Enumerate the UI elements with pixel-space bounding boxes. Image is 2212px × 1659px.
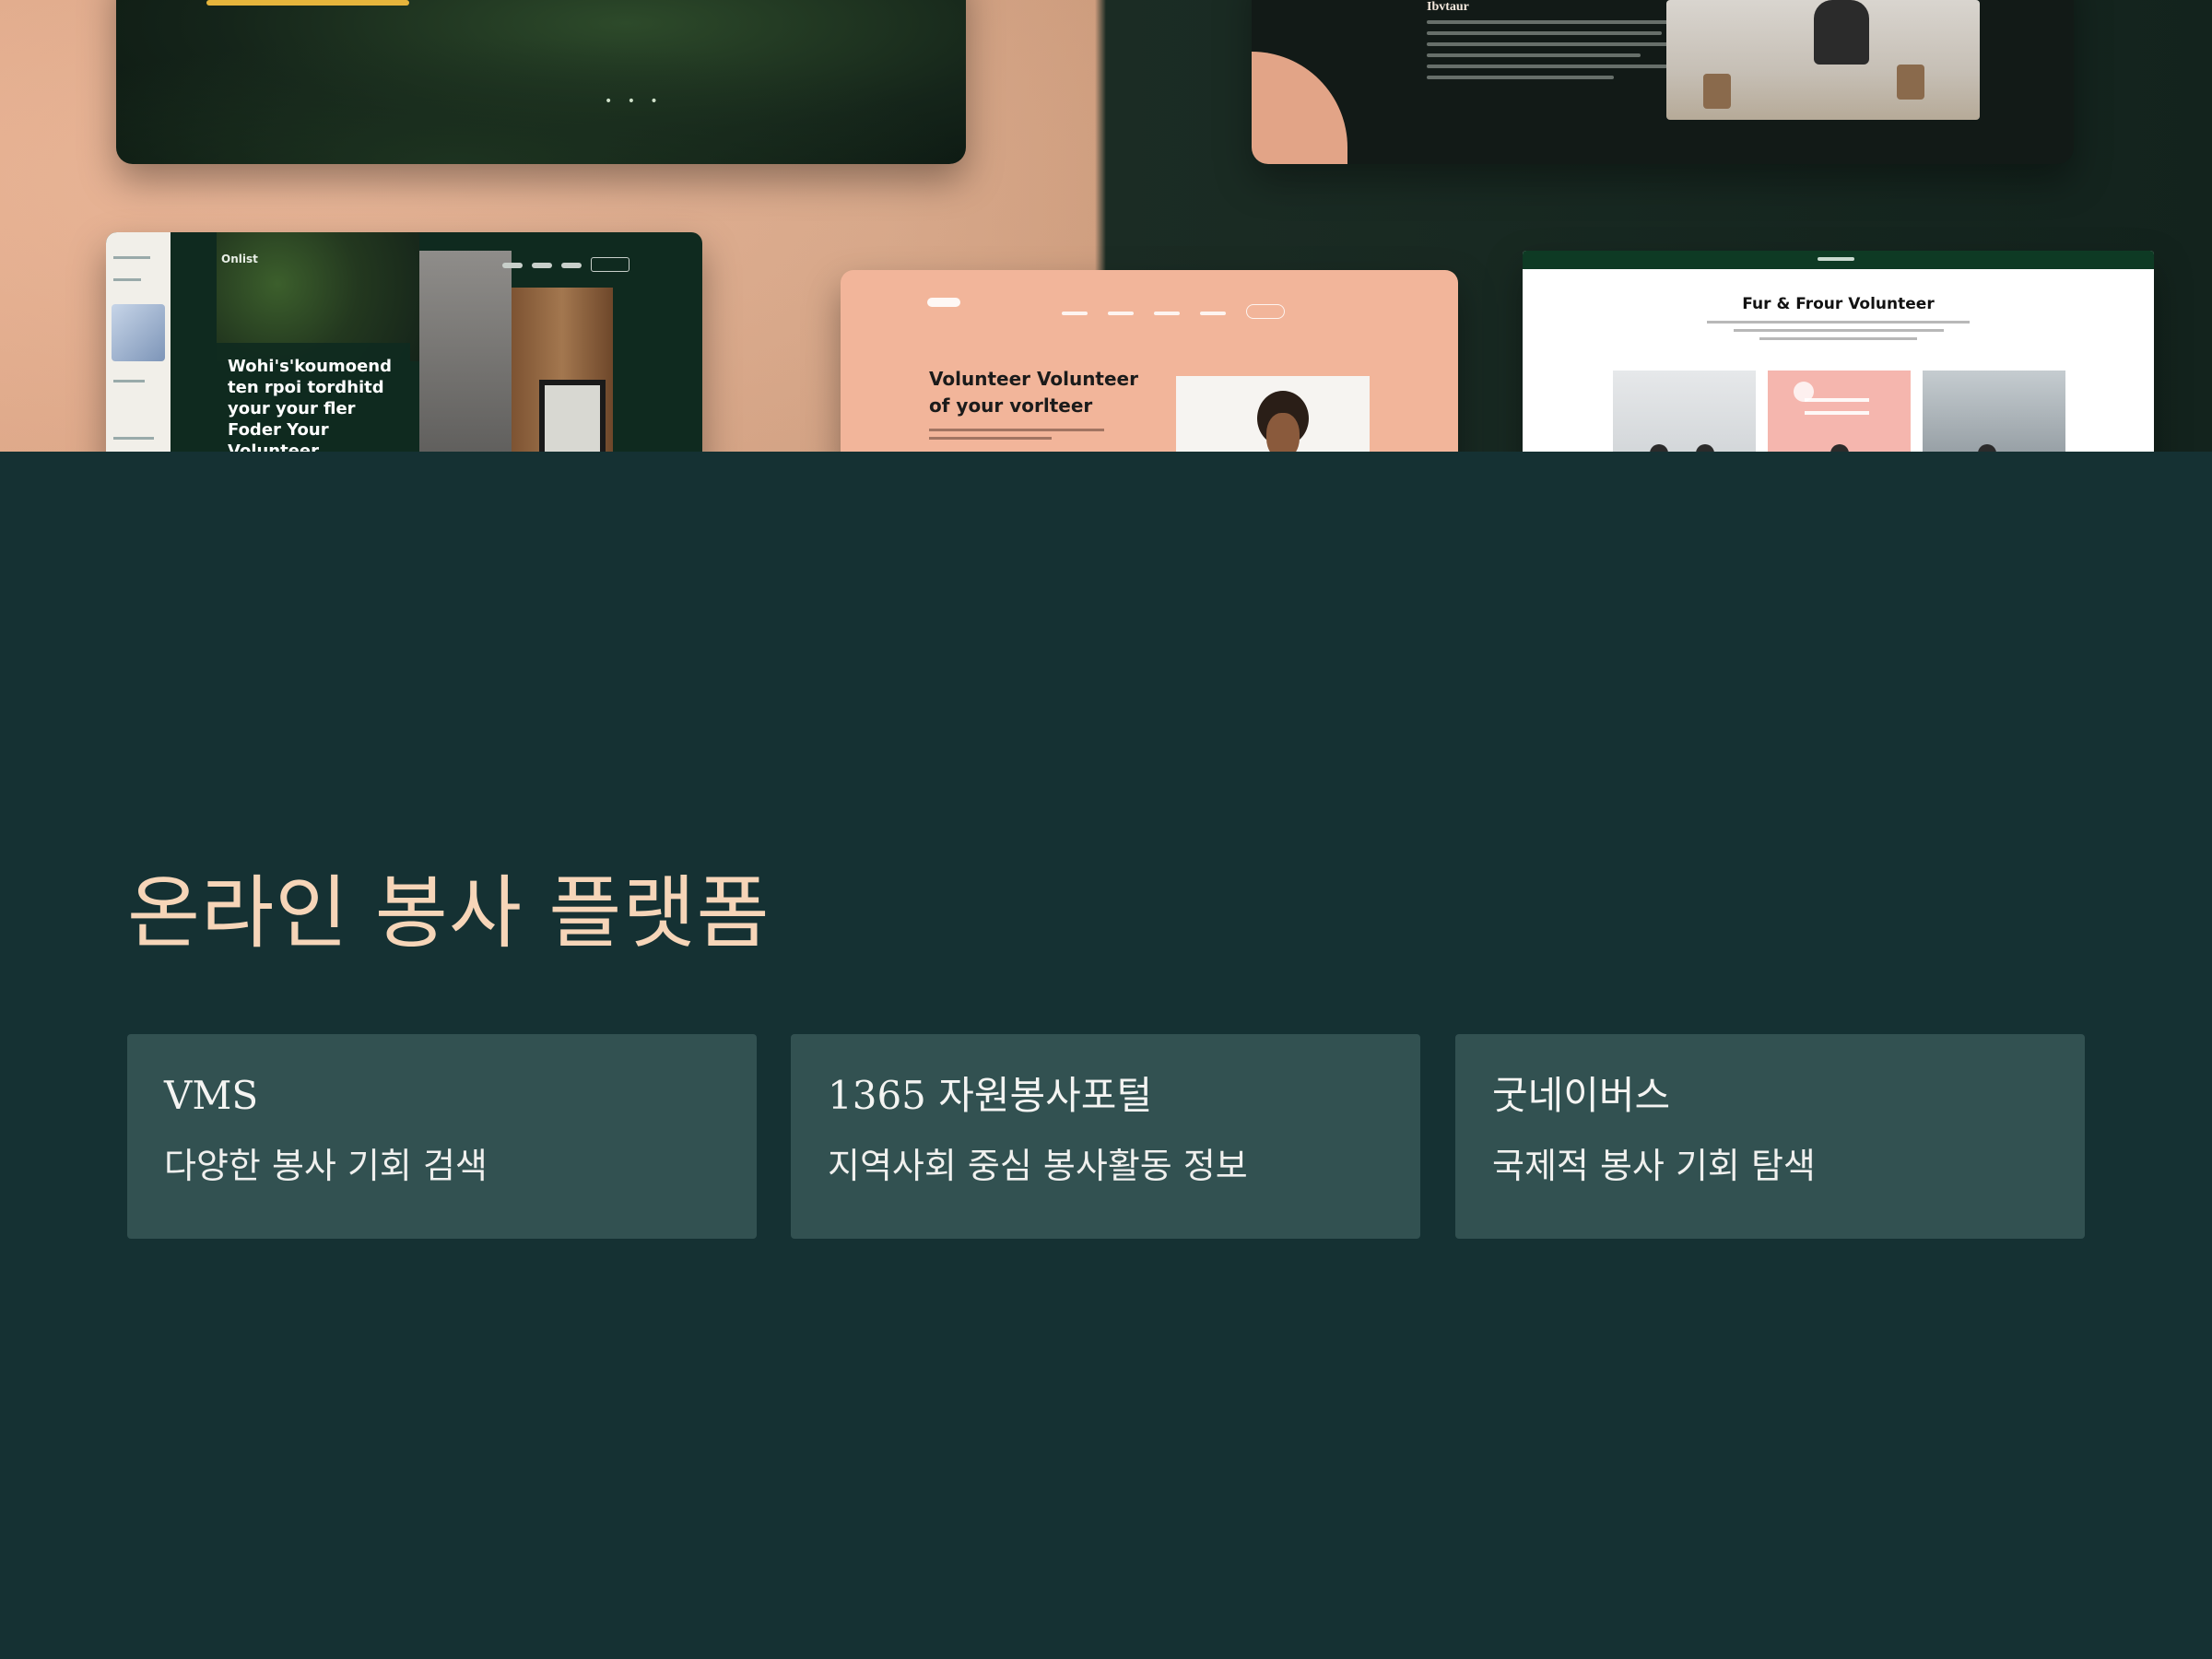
mockup-text-lines [1707, 321, 1970, 346]
mockup-logo [927, 298, 960, 307]
platform-cards: VMS 다양한 봉사 기회 검색 1365 자원봉사포털 지역사회 중심 봉사활… [127, 1034, 2085, 1239]
mockup-tile-pink [1768, 371, 1911, 452]
section-title: 온라인 봉사 플랫폼 [127, 867, 771, 959]
person-figure [1830, 444, 1849, 452]
card-description: 국제적 봉사 기회 탐색 [1492, 1146, 1816, 1186]
mockup-room-photo [1666, 0, 1980, 120]
mockup-logo: Onlist [221, 253, 258, 265]
mockup-sidebar [106, 232, 171, 452]
card-title: 굿네이버스 [1492, 1073, 1671, 1118]
mockup-nav [502, 254, 650, 272]
mockup-headline: Fur & Frour Volunteer [1742, 295, 1935, 313]
mockup-plants-photo [217, 232, 419, 361]
mockup-nav [1062, 301, 1305, 319]
mockup-headline: Wohi's'koumoend ten rpoi tordhitd your y… [217, 343, 410, 452]
mockup-text-lines [929, 429, 1104, 445]
mockup-tile-photo [1613, 371, 1756, 452]
person-figure [1814, 0, 1869, 65]
chair-shape [1897, 65, 1924, 100]
mockup-bottom-left: Onlist Wohi's'koumoend ten rpoi tordhitd… [106, 232, 702, 452]
mockup-picture-frame [539, 380, 606, 452]
mockup-topbar [1523, 251, 2154, 269]
person-figure [1650, 444, 1668, 452]
chair-shape [1703, 74, 1731, 109]
mockup-bottom-right: Fur & Frour Volunteer [1523, 251, 2154, 452]
mockup-top-left: • • • [116, 0, 966, 164]
mockup-thumbnail [112, 304, 165, 361]
platform-card-vms[interactable]: VMS 다양한 봉사 기회 검색 [127, 1034, 757, 1239]
mockup-portrait-photo [1176, 376, 1370, 452]
mockup-wave-shape [116, 35, 966, 164]
mockup-dots: • • • [605, 94, 664, 109]
platform-card-1365[interactable]: 1365 자원봉사포털 지역사회 중심 봉사활동 정보 [791, 1034, 1420, 1239]
card-description: 다양한 봉사 기회 검색 [164, 1146, 488, 1186]
card-description: 지역사회 중심 봉사활동 정보 [828, 1146, 1248, 1186]
mockup-stone-wall [419, 251, 512, 452]
mockup-bottom-middle: Volunteer Volunteer of your vorlteer [841, 270, 1458, 452]
mockup-headline: Volunteer Volunteer of your vorlteer [929, 368, 1138, 417]
hero-collage: • • • Ibvtaur Onlist Wohi's'koumoend ten… [0, 0, 2212, 452]
mockup-text-lines [1427, 20, 1694, 87]
mockup-cta-bar [206, 0, 409, 6]
person-figure [1696, 444, 1714, 452]
mockup-tile-photo [1923, 371, 2065, 452]
platform-card-goodneighbors[interactable]: 굿네이버스 국제적 봉사 기회 탐색 [1455, 1034, 2085, 1239]
person-figure [1978, 444, 1996, 452]
mockup-heading: Ibvtaur [1427, 0, 1469, 14]
card-title: 1365 자원봉사포털 [828, 1073, 1153, 1118]
mockup-top-right: Ibvtaur [1252, 0, 2074, 164]
mockup-peach-arc [1252, 52, 1347, 164]
card-title: VMS [164, 1073, 259, 1118]
person-face [1266, 413, 1300, 452]
